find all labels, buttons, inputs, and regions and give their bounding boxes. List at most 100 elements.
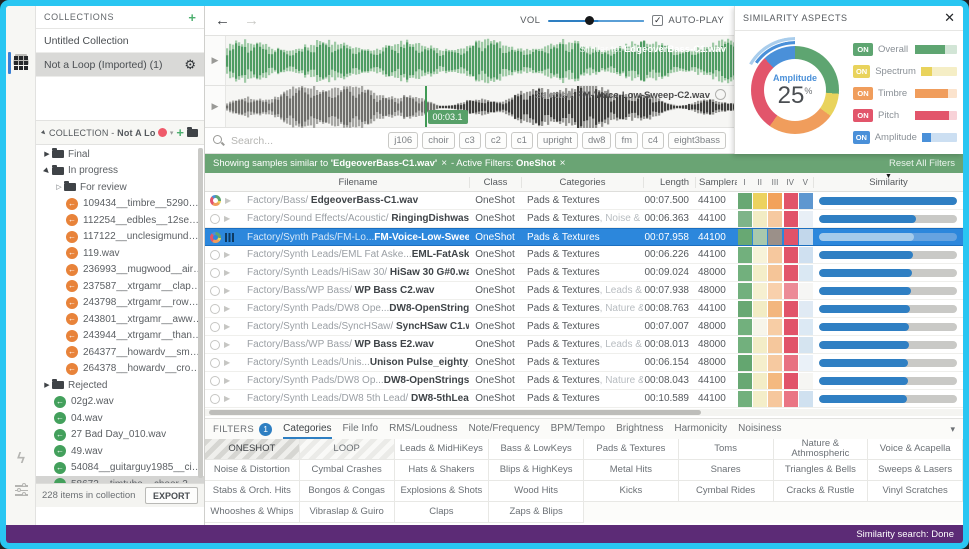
gear-icon[interactable]: ⚙ bbox=[184, 58, 196, 71]
play-icon[interactable]: ▶ bbox=[224, 286, 230, 295]
collapse-filters-icon[interactable]: ▾ bbox=[950, 424, 955, 435]
similarity-ring-icon[interactable] bbox=[210, 375, 220, 386]
aspect-on-toggle[interactable]: ON bbox=[853, 86, 873, 100]
table-row[interactable]: ▶ Factory/Sound Effects/Acoustic/ Ringing… bbox=[205, 210, 963, 228]
tree-item[interactable]: ▶ Rejected bbox=[36, 377, 204, 394]
volume-knob[interactable] bbox=[584, 16, 594, 25]
expand-triangle-icon[interactable]: ▷ bbox=[54, 183, 64, 191]
tree-item[interactable]: ← 112254__edbles__12secon... bbox=[36, 212, 204, 229]
table-row[interactable]: ▶ Factory/Synth Leads/HiSaw 30/ HiSaw 30 … bbox=[205, 264, 963, 282]
aspect-weight-bar[interactable] bbox=[915, 110, 957, 120]
aspects-donut-chart[interactable]: Amplitude 25% bbox=[742, 37, 848, 143]
tree-scrollbar[interactable] bbox=[198, 148, 203, 478]
add-collection-button[interactable]: + bbox=[188, 11, 196, 24]
play-button[interactable]: ▶ bbox=[205, 36, 226, 85]
category-filter-cell[interactable]: Cymbal Rides bbox=[678, 481, 774, 502]
similarity-ring-icon[interactable] bbox=[210, 213, 220, 224]
tree-item[interactable]: ← 27 Bad Day_010.wav bbox=[36, 427, 204, 444]
category-filter-cell[interactable]: Bass & LowKeys bbox=[489, 439, 584, 460]
tree-item[interactable]: ← 264378__howardv__crowd... bbox=[36, 361, 204, 378]
tree-item[interactable]: ▶ Final bbox=[36, 146, 204, 163]
category-filter-cell[interactable]: Snares bbox=[678, 460, 774, 481]
header-filename[interactable]: Filename bbox=[247, 177, 469, 188]
aspect-weight-bar[interactable] bbox=[915, 88, 957, 98]
search-tag[interactable]: j106 bbox=[388, 132, 419, 149]
tab-note-frequency[interactable]: Note/Frequency bbox=[468, 420, 539, 439]
tab-harmonicity[interactable]: Harmonicity bbox=[674, 420, 727, 439]
tab-rms-loudness[interactable]: RMS/Loudness bbox=[389, 420, 457, 439]
aspect-on-toggle[interactable]: ON bbox=[853, 42, 873, 56]
similarity-ring-icon[interactable] bbox=[210, 267, 220, 278]
bolt-icon[interactable]: ϟ bbox=[6, 450, 36, 467]
tree-item[interactable]: ▷ For review bbox=[36, 179, 204, 196]
expand-triangle-icon[interactable]: ▶ bbox=[42, 150, 52, 158]
tree-item[interactable]: ← 119.wav bbox=[36, 245, 204, 262]
forward-button[interactable]: → bbox=[244, 12, 259, 29]
similarity-ring-icon[interactable] bbox=[210, 249, 220, 260]
search-tag[interactable]: fm bbox=[615, 132, 638, 149]
aspect-on-toggle[interactable]: ON bbox=[853, 130, 870, 144]
search-tag[interactable]: eight3bass bbox=[668, 132, 726, 149]
similarity-ring-icon[interactable] bbox=[210, 393, 220, 404]
aspect-on-toggle[interactable]: ON bbox=[853, 108, 873, 122]
category-filter-cell[interactable]: Leads & MidHiKeys bbox=[394, 439, 490, 460]
table-row[interactable]: ▶ Factory/Synth Pads/DW8 Op...DW8-OpenStr… bbox=[205, 372, 963, 390]
category-filter-cell[interactable]: Sweeps & Lasers bbox=[868, 460, 963, 481]
category-filter-cell[interactable]: Triangles & Bells bbox=[773, 460, 869, 481]
search-tag[interactable]: c4 bbox=[642, 132, 665, 149]
aspects-donut-icon[interactable] bbox=[210, 195, 221, 206]
table-row[interactable]: ▶ Factory/Synth Pads/DW8 Ope...DW8-OpenSt… bbox=[205, 300, 963, 318]
tab-categories[interactable]: Categories bbox=[283, 420, 332, 439]
play-icon[interactable]: ▶ bbox=[225, 196, 231, 205]
table-row[interactable]: ▶ Factory/Bass/WP Bass/ WP Bass C2.wav One… bbox=[205, 282, 963, 300]
aspect-weight-bar[interactable] bbox=[920, 66, 957, 76]
tree-item[interactable]: ← 54084__guitarguy1985__civild... bbox=[36, 460, 204, 477]
category-filter-cell[interactable]: Cracks & Rustle bbox=[773, 481, 869, 502]
tab-noisiness[interactable]: Noisiness bbox=[738, 420, 781, 439]
collection-browser-header[interactable]: ▸ COLLECTION - Not A Loo... ▾ + bbox=[36, 120, 204, 145]
tree-item[interactable]: ← 49.wav bbox=[36, 443, 204, 460]
header-similarity[interactable]: ▼ Similarity bbox=[813, 173, 963, 188]
category-filter-cell[interactable]: Claps bbox=[394, 502, 490, 523]
category-filter-cell[interactable]: Wood Hits bbox=[489, 481, 584, 502]
search-tag[interactable]: c2 bbox=[484, 132, 507, 149]
clear-filter-icon[interactable]: × bbox=[560, 158, 566, 169]
collection-item[interactable]: Untitled Collection bbox=[36, 29, 204, 53]
category-filter-cell[interactable]: Metal Hits bbox=[584, 460, 679, 481]
search-tag[interactable]: c1 bbox=[510, 132, 533, 149]
header-aspect-columns[interactable]: I II III IV V bbox=[737, 178, 813, 187]
folder-icon[interactable] bbox=[187, 126, 198, 137]
mixer-icon[interactable] bbox=[6, 483, 36, 496]
volume-slider[interactable] bbox=[548, 16, 645, 25]
tab-bpm-tempo[interactable]: BPM/Tempo bbox=[551, 420, 605, 439]
header-samplerate[interactable]: Samplerate bbox=[695, 176, 737, 188]
category-filter-cell[interactable]: Hats & Shakers bbox=[394, 460, 490, 481]
chevron-down-icon[interactable]: ▾ bbox=[170, 129, 174, 137]
search-tag[interactable]: c3 bbox=[458, 132, 481, 149]
add-folder-button[interactable]: + bbox=[176, 126, 184, 139]
tree-item[interactable]: ← 117122__unclesigmund__s... bbox=[36, 229, 204, 246]
category-filter-cell[interactable]: Explosions & Shots bbox=[394, 481, 490, 502]
header-length[interactable]: Length bbox=[643, 176, 695, 188]
header-class[interactable]: Class bbox=[469, 176, 521, 188]
table-row[interactable]: ▶ Factory/Synth Leads/EML Fat Aske...EML-… bbox=[205, 246, 963, 264]
collection-item[interactable]: Not a Loop (Imported) (1) ⚙ bbox=[36, 53, 204, 77]
tree-item[interactable]: ← 236993__mugwood__air-ra... bbox=[36, 262, 204, 279]
category-filter-cell[interactable]: LOOP bbox=[299, 439, 395, 460]
color-tag-icon[interactable] bbox=[157, 128, 167, 137]
category-filter-cell[interactable]: Noise & Distortion bbox=[205, 460, 300, 481]
category-filter-cell[interactable]: Nature & Athmospheric bbox=[773, 439, 869, 460]
play-icon[interactable]: ▶ bbox=[224, 322, 230, 331]
aspects-donut-icon[interactable] bbox=[210, 231, 221, 243]
header-categories[interactable]: Categories bbox=[521, 176, 643, 188]
tree-item[interactable]: ← 237587__xtrgamr__clappin... bbox=[36, 278, 204, 295]
similarity-ring-icon[interactable] bbox=[210, 303, 220, 314]
search-tag[interactable]: choir bbox=[422, 132, 455, 149]
tree-item[interactable]: ← 04.wav bbox=[36, 410, 204, 427]
category-filter-cell[interactable]: Vinyl Scratches bbox=[868, 481, 963, 502]
aspect-weight-bar[interactable] bbox=[921, 132, 957, 142]
category-filter-cell[interactable]: Stabs & Orch. Hits bbox=[205, 481, 300, 502]
category-filter-cell[interactable]: Kicks bbox=[584, 481, 679, 502]
aspect-on-toggle[interactable]: ON bbox=[853, 64, 871, 78]
tree-item[interactable]: ← 243798__xtrgamr__rowdy-... bbox=[36, 295, 204, 312]
